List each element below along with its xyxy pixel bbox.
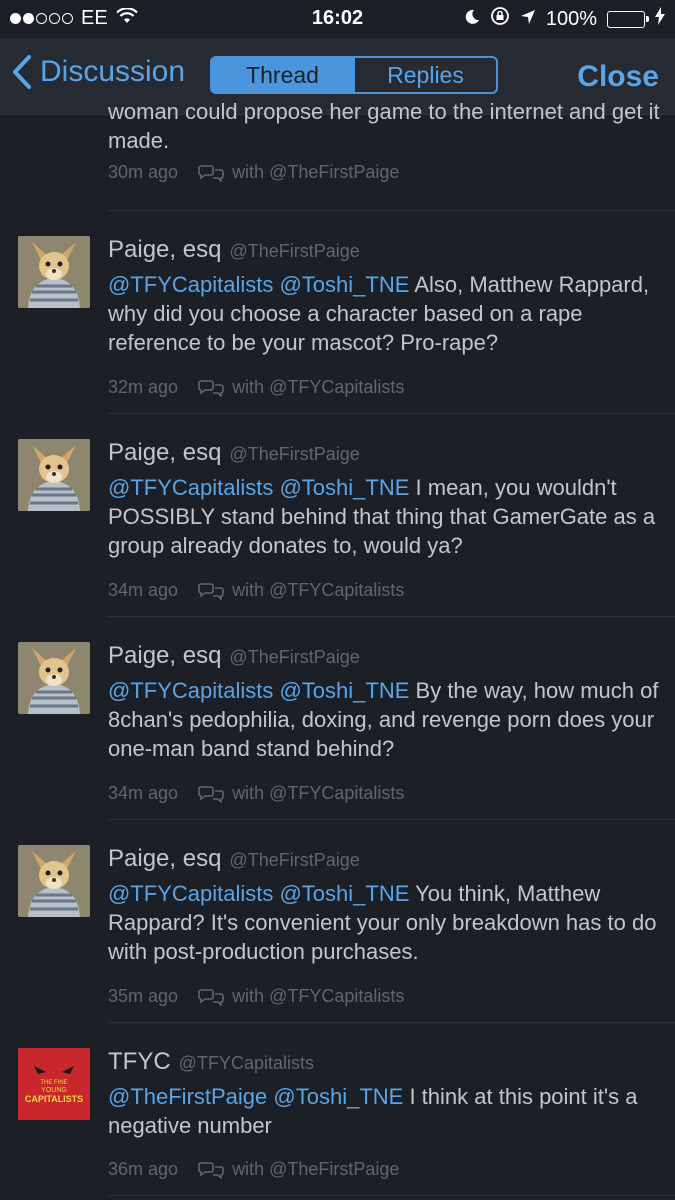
conversation-icon (198, 582, 224, 600)
author-handle[interactable]: @TheFirstPaige (229, 241, 359, 262)
tweet-partial[interactable]: woman could propose her game to the inte… (108, 99, 675, 211)
avatar[interactable]: THE FINE YOUNG CAPITALISTS (18, 1048, 90, 1120)
avatar[interactable] (18, 439, 90, 511)
tweet-meta: 36m ago with @TheFirstPaige (108, 1159, 399, 1180)
rotation-lock-icon (490, 6, 510, 32)
avatar[interactable] (18, 642, 90, 714)
tweet-time: 34m ago (108, 783, 179, 803)
conversation-icon (198, 164, 224, 182)
avatar[interactable] (18, 845, 90, 917)
conversation-link[interactable]: with @TFYCapitalists (198, 580, 404, 601)
author-handle[interactable]: @TheFirstPaige (229, 444, 359, 465)
tweet-item[interactable]: Paige, esq @TheFirstPaige @TFYCapitalist… (18, 617, 675, 820)
with-label: with @TFYCapitalists (232, 580, 405, 600)
tweet-header: Paige, esq @TheFirstPaige (108, 642, 360, 670)
tweet-meta: 34m ago with @TFYCapitalists (108, 783, 404, 804)
tweet-text: @TFYCapitalists @Toshi_TNE By the way, h… (108, 676, 668, 763)
conversation-link[interactable]: with @TheFirstPaige (198, 1159, 399, 1180)
back-label: Discussion (40, 55, 186, 88)
author-name[interactable]: TFYC (108, 1048, 171, 1076)
battery-percent: 100% (545, 7, 597, 30)
tweet-time: 30m ago (108, 162, 179, 182)
back-button[interactable]: Discussion (12, 54, 185, 90)
tab-thread[interactable]: Thread (212, 58, 353, 92)
author-handle[interactable]: @TFYCapitalists (179, 1053, 314, 1074)
mention-links[interactable]: @TFYCapitalists @Toshi_TNE (108, 272, 409, 297)
tweet-time: 32m ago (108, 377, 179, 397)
tweet-meta: 35m ago with @TFYCapitalists (108, 986, 404, 1007)
mention-links[interactable]: @TheFirstPaige @Toshi_TNE (108, 1084, 403, 1109)
conversation-icon (198, 988, 224, 1006)
author-name[interactable]: Paige, esq (108, 845, 221, 873)
conversation-link[interactable]: with @TFYCapitalists (198, 783, 404, 804)
close-button[interactable]: Close (577, 60, 659, 94)
thread-replies-segmented-control: Thread Replies (210, 56, 498, 94)
tweet-header: Paige, esq @TheFirstPaige (108, 439, 360, 467)
battery-icon (607, 10, 649, 28)
author-handle[interactable]: @TheFirstPaige (229, 647, 359, 668)
tweet-header: Paige, esq @TheFirstPaige (108, 236, 360, 264)
tweet-item[interactable]: Paige, esq @TheFirstPaige @TFYCapitalist… (18, 211, 675, 414)
tweet-item[interactable]: THE FINE YOUNG CAPITALISTS TFYC @TFYCapi… (18, 1023, 675, 1196)
location-icon (520, 8, 536, 31)
tweet-time: 34m ago (108, 580, 179, 600)
tweet-meta: 34m ago with @TFYCapitalists (108, 580, 404, 601)
tab-replies[interactable]: Replies (353, 58, 496, 92)
conversation-link[interactable]: with @TFYCapitalists (198, 986, 404, 1007)
with-label: with @TFYCapitalists (232, 377, 405, 397)
conversation-icon (198, 379, 224, 397)
tweet-meta: 30m ago with @TheFirstPaige (108, 162, 399, 183)
with-label: with @TFYCapitalists (232, 783, 405, 803)
tweet-text: woman could propose her game to the inte… (108, 99, 660, 153)
author-name[interactable]: Paige, esq (108, 236, 221, 264)
with-label: with @TheFirstPaige (232, 162, 400, 182)
avatar[interactable] (18, 236, 90, 308)
tweet-text: @TFYCapitalists @Toshi_TNE I mean, you w… (108, 473, 668, 560)
mention-links[interactable]: @TFYCapitalists @Toshi_TNE (108, 678, 409, 703)
conversation-link[interactable]: with @TFYCapitalists (198, 377, 404, 398)
avatar-text-line: THE FINE (40, 1080, 67, 1086)
tweet-text: @TFYCapitalists @Toshi_TNE Also, Matthew… (108, 270, 668, 357)
tweet-item[interactable]: Paige, esq @TheFirstPaige @TFYCapitalist… (18, 820, 675, 1023)
with-label: with @TheFirstPaige (232, 1159, 400, 1179)
conversation-link[interactable]: with @TheFirstPaige (198, 162, 399, 183)
tweet-thread: woman could propose her game to the inte… (0, 99, 675, 1196)
avatar-text-line: YOUNG (41, 1087, 67, 1094)
tweet-header: TFYC @TFYCapitalists (108, 1048, 314, 1076)
chevron-left-icon (13, 55, 31, 89)
with-label: with @TFYCapitalists (232, 986, 405, 1006)
tweet-item[interactable]: Paige, esq @TheFirstPaige @TFYCapitalist… (18, 414, 675, 617)
author-name[interactable]: Paige, esq (108, 439, 221, 467)
moon-icon (464, 8, 480, 31)
status-bar: EE 16:02 100% (0, 0, 675, 38)
author-handle[interactable]: @TheFirstPaige (229, 850, 359, 871)
mention-links[interactable]: @TFYCapitalists @Toshi_TNE (108, 881, 409, 906)
conversation-icon (198, 785, 224, 803)
status-right: 100% (464, 6, 665, 32)
conversation-icon (198, 1161, 224, 1179)
tweet-time: 35m ago (108, 986, 179, 1006)
tweet-time: 36m ago (108, 1159, 179, 1179)
tweet-text: @TFYCapitalists @Toshi_TNE You think, Ma… (108, 879, 668, 966)
tweet-meta: 32m ago with @TFYCapitalists (108, 377, 404, 398)
mention-links[interactable]: @TFYCapitalists @Toshi_TNE (108, 475, 409, 500)
author-name[interactable]: Paige, esq (108, 642, 221, 670)
tweet-text: @TheFirstPaige @Toshi_TNE I think at thi… (108, 1082, 668, 1140)
avatar-text-line: CAPITALISTS (25, 1094, 83, 1104)
charging-icon (655, 7, 665, 31)
tweet-header: Paige, esq @TheFirstPaige (108, 845, 360, 873)
